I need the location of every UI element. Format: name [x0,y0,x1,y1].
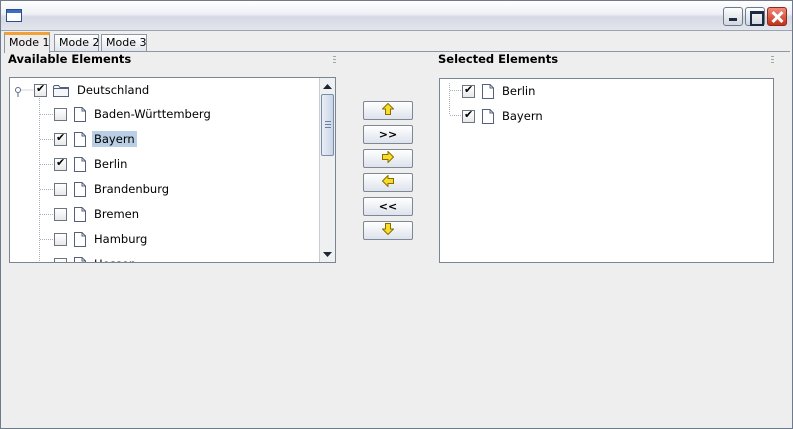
available-elements-label: Available Elements [8,52,132,66]
tree-item-label: Berlin [502,84,536,98]
document-icon [482,108,494,124]
tree-root-node[interactable]: Deutschland [34,80,151,100]
panel-grip-icon [771,56,774,64]
tree-item-bayern[interactable]: Bayern [462,106,545,126]
title-bar[interactable] [1,1,792,31]
tab-mode-1[interactable]: Mode 1 [4,32,50,53]
tree-item-label: Bayern [92,131,137,147]
remove-all-button[interactable]: << [363,197,413,216]
selected-elements-label: Selected Elements [438,52,559,66]
document-icon [74,106,86,122]
move-down-button[interactable] [363,221,413,240]
document-icon [482,83,494,99]
folder-icon [53,84,69,97]
scroll-down-arrow-icon[interactable] [320,246,335,262]
document-icon [74,231,86,247]
vertical-scrollbar[interactable] [319,78,335,262]
item-checkbox[interactable] [54,107,67,121]
document-icon [74,181,86,197]
tab-mode-3[interactable]: Mode 3 [101,34,147,52]
move-up-button[interactable] [363,101,413,120]
tree-item-brandenburg[interactable]: Brandenburg [54,179,171,199]
root-checkbox[interactable] [34,82,47,97]
item-checkbox[interactable] [54,131,67,146]
tree-item-label: Bayern [502,109,543,123]
tree-item-baden-w-rttemberg[interactable]: Baden-Württemberg [54,104,213,124]
document-icon [74,156,86,172]
tree-item-hessen[interactable]: Hessen [54,254,138,262]
maximize-button[interactable] [745,7,765,26]
expand-handle-icon [15,87,21,97]
document-icon [74,131,86,147]
app-window-icon [6,9,22,22]
remove-button[interactable] [363,173,413,192]
button-label: << [378,200,398,213]
tree-item-label: Brandenburg [94,182,170,196]
tree-item-bremen[interactable]: Bremen [54,204,141,224]
scrollbar-thumb[interactable] [321,94,334,156]
close-button[interactable] [767,7,787,26]
arrow-down-icon [381,223,395,238]
add-all-button[interactable]: >> [363,125,413,144]
item-checkbox[interactable] [462,108,475,123]
add-button[interactable] [363,149,413,168]
item-checkbox[interactable] [54,207,67,221]
document-icon [74,206,86,222]
item-checkbox[interactable] [462,83,475,98]
button-label: >> [378,128,398,141]
tree-item-label: Bremen [94,207,140,221]
tree-item-bayern[interactable]: Bayern [54,129,137,149]
tree-item-berlin[interactable]: Berlin [462,81,537,101]
tree-item-label: Berlin [94,157,128,171]
scroll-up-arrow-icon[interactable] [320,78,335,94]
tree-node-label: Deutschland [77,83,150,97]
item-checkbox[interactable] [54,232,67,246]
panel-grip-icon [333,56,336,64]
arrow-right-icon [382,150,395,166]
item-checkbox[interactable] [54,257,67,262]
arrow-up-icon [381,102,395,118]
tab-mode-2[interactable]: Mode 2 [54,34,99,52]
minimize-button[interactable] [723,7,743,26]
tree-item-label: Hamburg [94,232,148,246]
tree-item-label: Baden-Württemberg [94,107,211,121]
document-icon [74,256,86,262]
application-window: Mode 1 Mode 2 Mode 3 Available Elements [0,0,793,429]
arrow-left-icon [381,174,394,190]
tree-item-hamburg[interactable]: Hamburg [54,229,149,249]
item-checkbox[interactable] [54,182,67,196]
tree-item-label: Hessen [92,256,138,262]
available-elements-tree[interactable]: Deutschland Baden-Württemberg Bayern Berli… [9,77,336,263]
tree-item-berlin[interactable]: Berlin [54,154,129,174]
item-checkbox[interactable] [54,156,67,171]
selected-elements-tree[interactable]: Berlin Bayern [439,78,774,263]
